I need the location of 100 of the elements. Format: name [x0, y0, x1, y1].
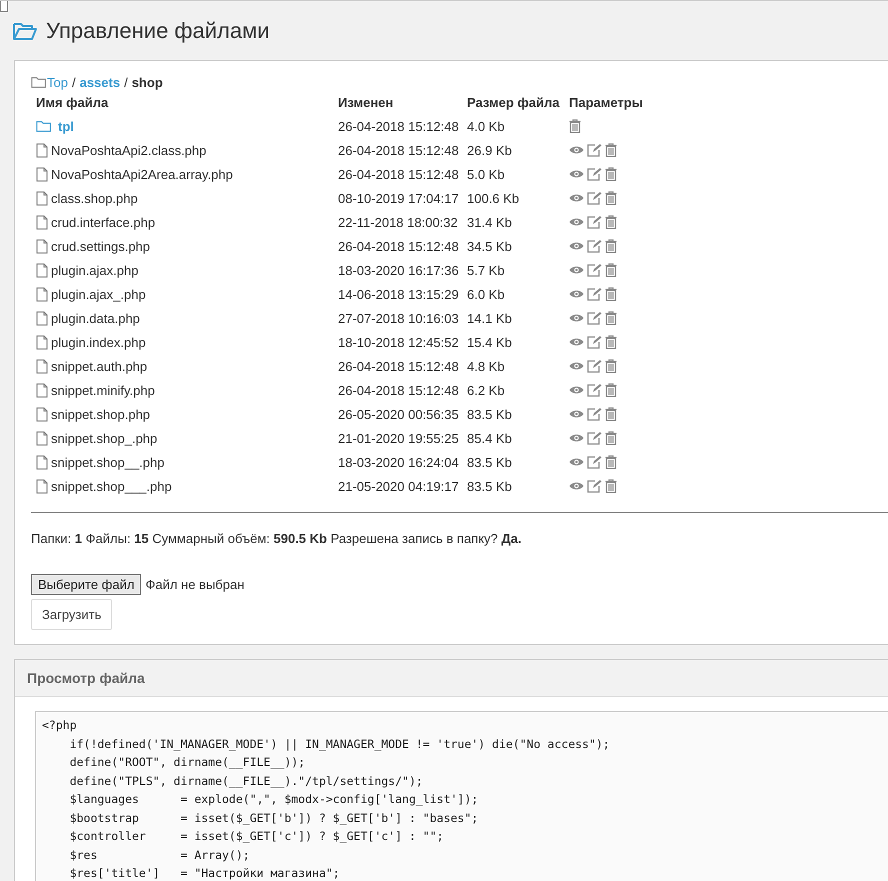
- file-icon: [36, 406, 48, 422]
- code-line: $bootstrap = isset($_GET['b']) ? $_GET['b'] : "bases";: [68, 810, 480, 827]
- file-icon: [36, 382, 48, 398]
- delete-icon[interactable]: [605, 191, 617, 205]
- upload-button[interactable]: Загрузить: [31, 599, 112, 630]
- view-icon[interactable]: [569, 457, 584, 467]
- file-icon: [36, 358, 48, 374]
- delete-icon[interactable]: [605, 359, 617, 373]
- file-size: 4.0 Kb: [467, 118, 505, 134]
- choose-file-button[interactable]: Выберите файл: [31, 574, 142, 595]
- modified-date: 18-03-2020 16:24:04: [338, 454, 459, 470]
- file-name: plugin.data.php: [51, 310, 140, 326]
- modified-date: 26-04-2018 15:12:48: [338, 382, 459, 398]
- checkbox[interactable]: [0, 1, 8, 12]
- view-icon[interactable]: [569, 265, 584, 275]
- edit-icon[interactable]: [587, 359, 602, 373]
- delete-icon[interactable]: [605, 479, 617, 493]
- folder-icon: [12, 21, 38, 41]
- view-icon[interactable]: [569, 145, 584, 155]
- edit-icon[interactable]: [587, 455, 602, 469]
- file-size: 5.0 Kb: [467, 166, 505, 182]
- file-name: snippet.shop___.php: [51, 478, 172, 494]
- code-line: $res = Array();: [68, 846, 251, 864]
- folder-link[interactable]: tpl: [58, 118, 74, 134]
- view-icon[interactable]: [569, 241, 584, 251]
- file-icon: [36, 286, 48, 302]
- delete-icon[interactable]: [605, 431, 617, 445]
- modified-date: 21-05-2020 04:19:17: [338, 478, 459, 494]
- view-icon[interactable]: [569, 481, 584, 491]
- delete-icon[interactable]: [605, 167, 617, 181]
- delete-icon[interactable]: [605, 407, 617, 421]
- file-size: 4.8 Kb: [467, 358, 505, 374]
- file-size: 83.5 Kb: [467, 406, 512, 422]
- file-name: NovaPoshtaApi2.class.php: [51, 142, 206, 158]
- delete-icon[interactable]: [605, 335, 617, 349]
- edit-icon[interactable]: [587, 407, 602, 421]
- file-icon: [36, 190, 48, 206]
- file-icon: [36, 430, 48, 446]
- file-size: 85.4 Kb: [467, 430, 512, 446]
- edit-icon[interactable]: [587, 239, 602, 253]
- file-name: snippet.shop_.php: [51, 430, 158, 446]
- delete-icon[interactable]: [569, 119, 581, 133]
- code-line: if(!defined('IN_MANAGER_MODE') || IN_MANAGER_MODE != 'true') die("No access");: [68, 736, 611, 753]
- code-line: $controller = isset($_GET['c']) ? $_GET['c'] : "";: [68, 828, 445, 845]
- delete-icon[interactable]: [605, 263, 617, 277]
- delete-icon[interactable]: [605, 215, 617, 229]
- breadcrumb-link[interactable]: Top: [47, 75, 68, 90]
- delete-icon[interactable]: [605, 311, 617, 325]
- modified-date: 27-07-2018 10:16:03: [338, 310, 459, 326]
- file-icon: [36, 454, 48, 470]
- code-line: define("TPLS", dirname(__FILE__)."/tpl/settings/");: [68, 772, 424, 790]
- edit-icon[interactable]: [587, 431, 602, 445]
- file-name: crud.interface.php: [51, 214, 156, 230]
- view-icon[interactable]: [569, 169, 584, 179]
- edit-icon[interactable]: [587, 287, 602, 301]
- separator: /: [123, 75, 129, 90]
- modified-date: 08-10-2019 17:04:17: [338, 190, 459, 206]
- modified-date: 18-03-2020 16:17:36: [338, 262, 459, 278]
- modified-date: 22-11-2018 18:00:32: [338, 214, 458, 230]
- view-icon[interactable]: [569, 433, 584, 443]
- file-name: NovaPoshtaApi2Area.array.php: [51, 166, 233, 182]
- file-size: 100.6 Kb: [467, 190, 520, 206]
- panel-title: Просмотр файла: [15, 660, 888, 697]
- code-line: $languages = explode(",", $modx->config['lang_list']);: [68, 791, 480, 808]
- file-size: 14.1 Kb: [467, 310, 512, 326]
- view-icon[interactable]: [569, 289, 584, 299]
- view-icon[interactable]: [569, 193, 584, 203]
- edit-icon[interactable]: [587, 479, 602, 493]
- edit-icon[interactable]: [587, 335, 602, 349]
- delete-icon[interactable]: [605, 455, 617, 469]
- delete-icon[interactable]: [605, 383, 617, 397]
- edit-icon[interactable]: [587, 263, 602, 277]
- file-icon: [36, 214, 48, 230]
- modified-date: 26-04-2018 15:12:48: [338, 118, 459, 134]
- view-icon[interactable]: [569, 337, 584, 347]
- file-icon: [36, 310, 48, 326]
- view-icon[interactable]: [569, 409, 584, 419]
- file-icon: [36, 238, 48, 254]
- modified-date: 18-10-2018 12:45:52: [338, 334, 459, 350]
- file-status: Файл не выбран: [145, 577, 244, 592]
- edit-icon[interactable]: [587, 191, 602, 205]
- edit-icon[interactable]: [587, 167, 602, 181]
- modified-date: 26-04-2018 15:12:48: [338, 166, 459, 182]
- edit-icon[interactable]: [587, 215, 602, 229]
- view-icon[interactable]: [569, 313, 584, 323]
- edit-icon[interactable]: [587, 383, 602, 397]
- breadcrumb-link[interactable]: assets: [80, 75, 120, 90]
- view-icon[interactable]: [569, 361, 584, 371]
- view-icon[interactable]: [569, 385, 584, 395]
- file-icon: [36, 166, 48, 182]
- edit-icon[interactable]: [587, 143, 602, 157]
- view-icon[interactable]: [569, 217, 584, 227]
- edit-icon[interactable]: [587, 311, 602, 325]
- column-header: Имя файла: [35, 94, 110, 112]
- delete-icon[interactable]: [605, 239, 617, 253]
- modified-date: 14-06-2018 13:15:29: [338, 286, 459, 302]
- delete-icon[interactable]: [605, 143, 617, 157]
- file-icon: [36, 142, 48, 158]
- delete-icon[interactable]: [605, 287, 617, 301]
- file-size: 5.7 Kb: [467, 262, 505, 278]
